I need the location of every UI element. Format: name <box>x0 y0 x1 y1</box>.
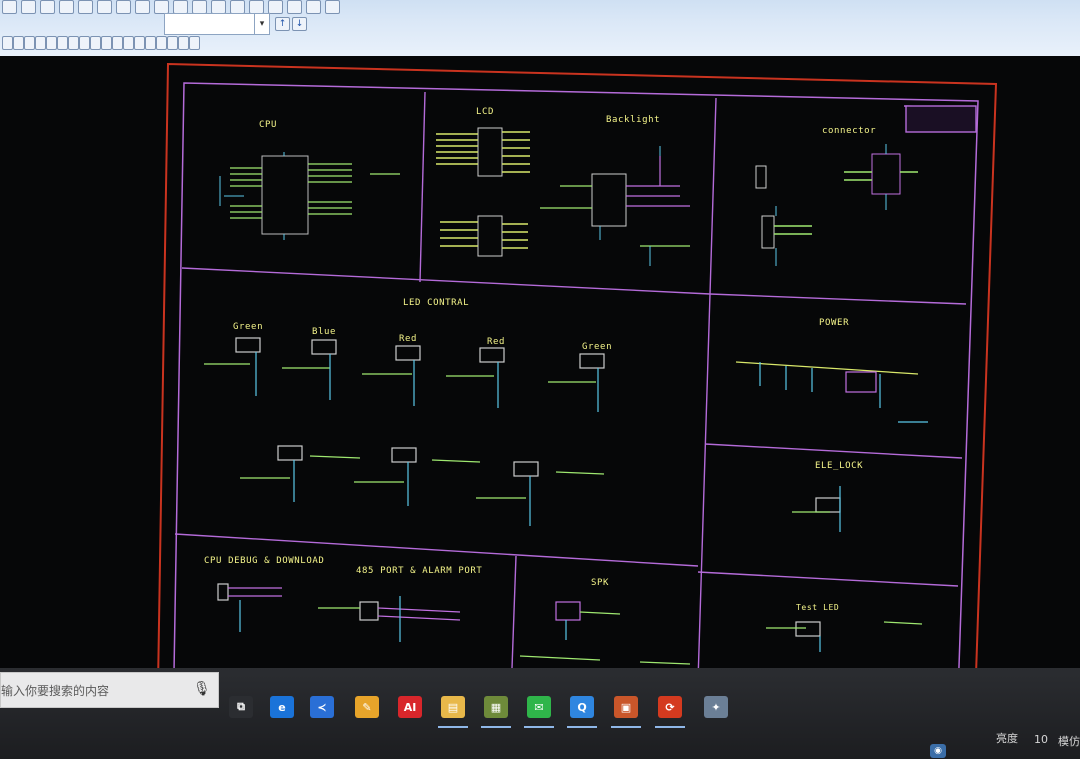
chevron-down-icon[interactable]: ▾ <box>254 14 269 34</box>
browser-red-icon[interactable]: ⟳ <box>658 696 682 718</box>
power-schematic <box>735 361 928 423</box>
qq-browser-icon[interactable]: Q <box>570 696 594 718</box>
schematic-app-icon[interactable]: ▣ <box>614 696 638 718</box>
toolbar-delete-button[interactable] <box>79 36 90 50</box>
toolbar-place-part-button[interactable] <box>134 36 145 50</box>
toolbar-snap-button[interactable] <box>101 36 112 50</box>
toolbar-copy-button[interactable] <box>97 0 112 14</box>
toolbar-part-button[interactable] <box>287 0 302 14</box>
led-label-red-1: Red <box>399 334 418 344</box>
toolbar-find-button[interactable] <box>192 0 207 14</box>
toolbar-wire-button[interactable] <box>230 0 245 14</box>
tray-label-left: 亮度 <box>996 732 1018 745</box>
led-label-blue: Blue <box>312 327 337 337</box>
edge-icon[interactable]: e <box>270 696 294 718</box>
block-title-backlight: Backlight <box>606 115 661 125</box>
block-title-test-led: Test LED <box>796 603 840 612</box>
wechat-icon[interactable]: ✉ <box>527 696 551 718</box>
toolbar-measure-button[interactable] <box>90 36 101 50</box>
toolbar-paste-button[interactable] <box>116 0 131 14</box>
toolbar-ungroup-button[interactable] <box>68 36 79 50</box>
schematic-canvas[interactable] <box>0 56 1080 682</box>
tray-label-right: 模仿 <box>1058 735 1080 748</box>
arrow-down-button[interactable]: ↓ <box>292 17 307 31</box>
toolbar-move-button[interactable] <box>13 36 24 50</box>
tray-value: 10 <box>1034 733 1048 746</box>
cpu-debug-schematic <box>217 583 282 632</box>
block-title-ele-lock: ELE_LOCK <box>815 461 864 471</box>
block-title-cpu-debug: CPU DEBUG & DOWNLOAD <box>204 556 325 566</box>
led-label-green-1: Green <box>233 322 264 332</box>
schematic-workspace[interactable]: CPU LCD Backlight connector LED CONTRAL … <box>0 56 1080 682</box>
led-label-green-2: Green <box>582 342 613 352</box>
lcd-schematic <box>436 127 530 257</box>
connector-schematic <box>755 144 918 266</box>
microphone-icon[interactable]: 🎙 <box>193 681 211 697</box>
toolbar-print-button[interactable] <box>59 0 74 14</box>
toolbar-place-text-button[interactable] <box>189 36 200 50</box>
toolbar-text-button[interactable] <box>325 0 340 14</box>
toolbar-redo-button[interactable] <box>154 0 169 14</box>
block-title-connector: connector <box>822 126 877 136</box>
block-title-power: POWER <box>819 318 850 328</box>
screen: ▾ ↑ ↓ CPU LCD Backlight connector LED CO… <box>0 0 1080 759</box>
toolbar-layer-button[interactable] <box>123 36 134 50</box>
sheet-border <box>157 62 998 682</box>
block-title-spk: SPK <box>591 578 610 588</box>
task-view-icon[interactable]: ⧉ <box>229 696 253 718</box>
toolbar-new-button[interactable] <box>2 0 17 14</box>
toolbar-cut-button[interactable] <box>78 0 93 14</box>
running-app-indicator <box>438 726 468 728</box>
file-explorer-icon[interactable]: ▤ <box>441 696 465 718</box>
toolbar-pin-button[interactable] <box>306 0 321 14</box>
toolbar-rotate-button[interactable] <box>24 36 35 50</box>
toolbar-place-button[interactable] <box>211 0 226 14</box>
ele-lock-schematic <box>792 486 841 532</box>
led-label-red-2: Red <box>487 337 506 347</box>
toolbar-bus-button[interactable] <box>249 0 264 14</box>
toolbar-align-button[interactable] <box>46 36 57 50</box>
block-title-led-control: LED CONTRAL <box>403 298 470 308</box>
toolbar-zoom-button[interactable] <box>173 0 188 14</box>
block-title-lcd: LCD <box>476 107 495 117</box>
spk-schematic <box>519 601 691 665</box>
pcb-app-icon[interactable]: ▦ <box>484 696 508 718</box>
layer-select[interactable]: ▾ <box>164 13 270 35</box>
sticky-note-icon[interactable]: ✎ <box>355 696 379 718</box>
toolbar-open-button[interactable] <box>21 0 36 14</box>
arrow-up-button[interactable]: ↑ <box>275 17 290 31</box>
running-app-indicator <box>567 726 597 728</box>
toolbar-place-power-button[interactable] <box>178 36 189 50</box>
toolbar-group-button[interactable] <box>57 36 68 50</box>
running-app-indicator <box>611 726 641 728</box>
tool-app-icon[interactable]: ✦ <box>704 696 728 718</box>
toolbar-select-button[interactable] <box>2 36 13 50</box>
toolbar-place-wire-button[interactable] <box>145 36 156 50</box>
toolbar-mirror-button[interactable] <box>35 36 46 50</box>
toolbar-place-net-button[interactable] <box>156 36 167 50</box>
test-led-schematic <box>766 621 923 652</box>
toolbar-net-button[interactable] <box>268 0 283 14</box>
block-title-cpu: CPU <box>259 120 278 130</box>
toolbar-grid-button[interactable] <box>112 36 123 50</box>
toolbar-place-port-button[interactable] <box>167 36 178 50</box>
backlight-schematic <box>540 146 690 266</box>
block-title-485-port: 485 PORT & ALARM PORT <box>356 566 483 576</box>
app-toolbar: ▾ ↑ ↓ <box>0 0 1080 57</box>
led-control-schematic <box>204 337 605 526</box>
toolbar-save-button[interactable] <box>40 0 55 14</box>
red-app-icon[interactable]: AI <box>398 696 422 718</box>
cpu-schematic <box>219 152 400 240</box>
running-app-indicator <box>655 726 685 728</box>
network-tray-icon[interactable]: ◉ <box>930 744 946 758</box>
toolbar-undo-button[interactable] <box>135 0 150 14</box>
running-app-indicator <box>481 726 511 728</box>
port485-schematic <box>318 596 461 642</box>
thunder-icon[interactable]: ≺ <box>310 696 334 718</box>
running-app-indicator <box>524 726 554 728</box>
taskbar-search-box[interactable]: 输入你要搜索的内容 🎙 <box>0 672 219 708</box>
search-placeholder: 输入你要搜索的内容 <box>1 684 110 698</box>
